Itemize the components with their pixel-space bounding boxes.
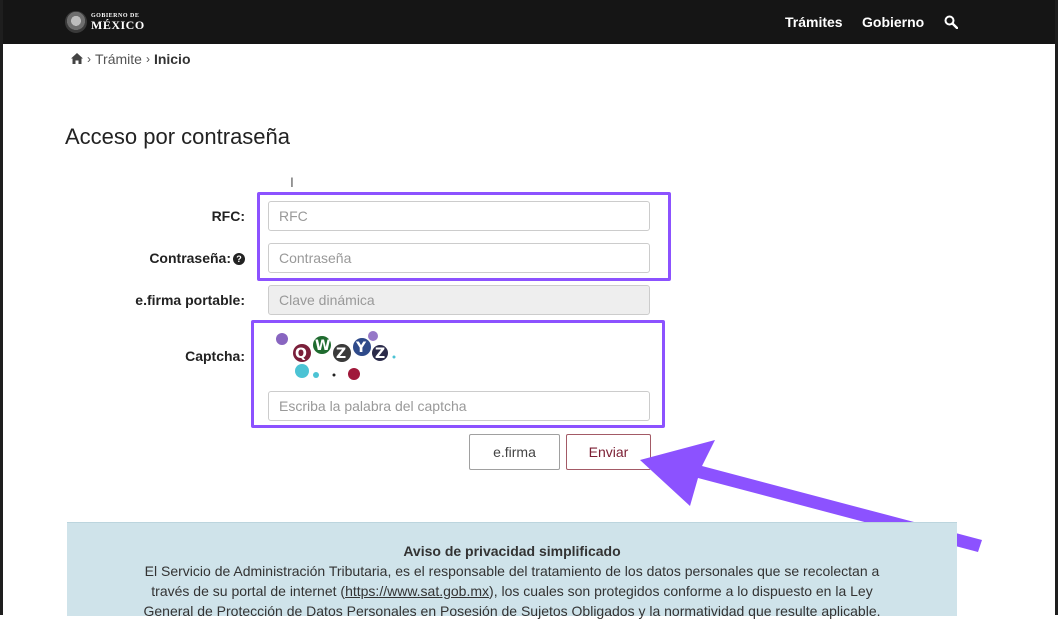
efirma-portable-label: e.firma portable: — [135, 292, 245, 308]
window-edge-left — [0, 0, 3, 615]
home-icon[interactable] — [71, 51, 83, 67]
breadcrumb-item-tramite[interactable]: Trámite — [95, 51, 142, 67]
password-label: Contraseña:? — [149, 250, 245, 266]
info-icon[interactable]: ? — [233, 253, 245, 265]
privacy-notice: Aviso de privacidad simplificado El Serv… — [67, 522, 957, 619]
efirma-button[interactable]: e.firma — [469, 434, 560, 470]
nav-gobierno-link[interactable]: Gobierno — [862, 0, 924, 44]
privacy-text: El Servicio de Administración Tributaria… — [143, 563, 881, 619]
password-input[interactable] — [268, 243, 650, 273]
rfc-input[interactable] — [268, 201, 650, 231]
rfc-label: RFC: — [211, 208, 245, 224]
privacy-title: Aviso de privacidad simplificado — [403, 543, 621, 559]
breadcrumb: › Trámite › Inicio — [71, 51, 191, 67]
svg-text:Z: Z — [336, 346, 346, 362]
captcha-input[interactable] — [268, 391, 650, 421]
gobierno-mexico-logo[interactable]: GOBIERNO DE MÉXICO — [65, 9, 145, 35]
chevron-right-icon: › — [145, 52, 150, 66]
text-cursor-icon: Ι — [290, 174, 294, 190]
svg-text:W: W — [315, 338, 330, 354]
breadcrumb-item-inicio: Inicio — [153, 51, 191, 67]
nav-tramites-link[interactable]: Trámites — [785, 0, 843, 44]
captcha-label: Captcha: — [185, 348, 245, 364]
chevron-right-icon: › — [87, 52, 91, 66]
coat-of-arms-icon — [65, 11, 87, 33]
svg-text:Z: Z — [375, 346, 385, 362]
logo-big-text: MÉXICO — [91, 18, 145, 32]
search-icon[interactable] — [944, 0, 960, 44]
page-title: Acceso por contraseña — [65, 124, 291, 149]
captcha-image: Q W Z Y Z — [272, 331, 402, 381]
clave-dinamica-input — [268, 285, 650, 315]
svg-text:Q: Q — [295, 346, 307, 362]
svg-text:Y: Y — [355, 340, 367, 356]
top-navigation-bar: GOBIERNO DE MÉXICO Trámites Gobierno — [3, 0, 1055, 44]
sat-website-link[interactable]: https://www.sat.gob.mx — [345, 583, 489, 599]
